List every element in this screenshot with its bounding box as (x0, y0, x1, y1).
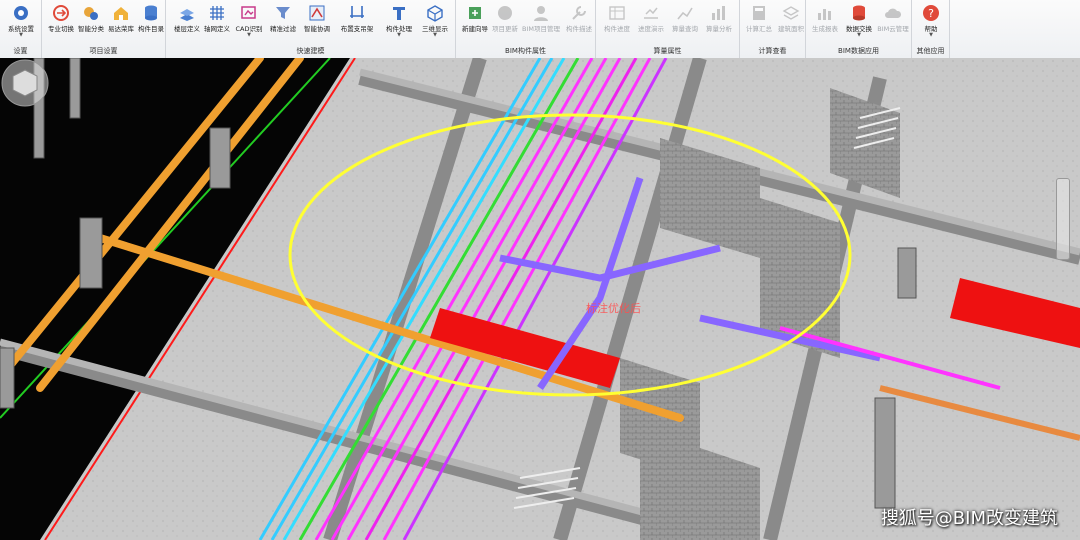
component-desc-label: 构件描述 (566, 25, 592, 33)
support-hanger-button[interactable]: 布置支吊架 (336, 4, 378, 42)
annotation-text: 标注优化后 (586, 302, 641, 315)
chevron-down-icon: ▼ (19, 32, 23, 38)
group-label: 其他应用 (916, 47, 945, 55)
generate-report-label: 生成报表 (812, 25, 838, 33)
hanger-icon (350, 6, 364, 18)
group-label: BIM构件属性 (505, 47, 546, 55)
bim-cloud-button[interactable]: BIM云管理 (874, 4, 912, 42)
data-exchange-button[interactable]: 数据交换 ▼ (840, 4, 878, 42)
gear-icon (14, 6, 28, 20)
group-project-settings: 专业切换 智能分类 易达荣库 构件目录 项目设置 (42, 0, 166, 58)
group-label: 设置 (13, 47, 28, 55)
attribute-query-label: 算量查询 (672, 25, 698, 33)
classify-icon (84, 7, 98, 20)
wrench-icon (572, 6, 586, 20)
chevron-down-icon: ▼ (857, 32, 861, 38)
group-quick-modeling: 楼层定义 轴网定义 CAD识别 ▼ 精准过滤 智能协调 布置支吊架 构件处理 ▼ (166, 0, 456, 58)
floors-icon (180, 9, 194, 21)
support-hanger-label: 布置支吊架 (340, 25, 374, 33)
coordinate-icon (309, 5, 325, 21)
cube-icon (427, 5, 443, 22)
table-icon (609, 6, 625, 20)
database-icon (145, 5, 157, 21)
system-settings-button[interactable]: 系统设置 ▼ (2, 4, 40, 42)
help-icon: ? (923, 5, 939, 21)
build-view-button[interactable]: 建筑面积 (772, 4, 810, 42)
view-cube-icon[interactable] (0, 58, 50, 108)
bim-cloud-label: BIM云管理 (877, 25, 909, 33)
precise-filter-label: 精准过滤 (270, 25, 296, 33)
group-label: 快速建模 (296, 47, 325, 55)
group-label: 算量属性 (653, 47, 682, 55)
attribute-query-button[interactable]: 算量查询 (666, 4, 704, 42)
group-other-apps: ? 帮助 ▼ 其他应用 (912, 0, 950, 58)
attribute-analysis-button[interactable]: 算量分析 (700, 4, 738, 42)
navigation-bar[interactable] (1056, 178, 1070, 260)
group-calc-view: 计算汇总 建筑面积 计算查看 (740, 0, 806, 58)
3d-model-viewport[interactable]: 标注优化后 搜狐号@BIM改变建筑 (0, 58, 1080, 540)
chevron-down-icon: ▼ (247, 32, 251, 38)
help-button[interactable]: ? 帮助 ▼ (912, 4, 950, 42)
bim-project-manage-label: BIM项目管理 (522, 25, 560, 33)
group-label: 项目设置 (89, 47, 118, 55)
smart-coordinate-button[interactable]: 智能协调 (298, 4, 336, 42)
component-progress-button[interactable]: 构件进度 (598, 4, 636, 42)
calculator-icon (753, 6, 765, 20)
precise-filter-button[interactable]: 精准过滤 (264, 4, 302, 42)
group-label: 计算查看 (758, 47, 787, 55)
cloud-icon (885, 8, 902, 18)
view-3d-button[interactable]: 三维显示 ▼ (416, 4, 454, 42)
project-update-label: 项目更新 (492, 25, 518, 33)
chart-line-icon (677, 7, 693, 20)
progress-simulation-button[interactable]: 进度演示 (632, 4, 670, 42)
component-catalog-button[interactable]: 构件目录 (132, 4, 170, 42)
attribute-analysis-label: 算量分析 (706, 25, 732, 33)
filter-icon (276, 7, 290, 19)
layers-icon (782, 6, 800, 20)
build-view-label: 建筑面积 (778, 25, 804, 33)
component-process-button[interactable]: 构件处理 ▼ (380, 4, 418, 42)
generate-report-button[interactable]: 生成报表 (806, 4, 844, 42)
switch-icon (53, 5, 69, 21)
data-exchange-icon (853, 5, 865, 21)
project-update-button[interactable]: 项目更新 (486, 4, 524, 42)
component-desc-button[interactable]: 构件描述 (560, 4, 598, 42)
cad-icon (241, 6, 256, 19)
progress-simulation-label: 进度演示 (638, 25, 664, 33)
update-icon (498, 6, 512, 20)
user-icon (534, 6, 548, 21)
new-wizard-icon (469, 7, 481, 19)
group-bim-component-attrs: 新建向导 项目更新 BIM项目管理 构件描述 BIM构件属性 (456, 0, 596, 58)
component-progress-label: 构件进度 (604, 25, 630, 33)
bim-project-manage-button[interactable]: BIM项目管理 (520, 4, 562, 42)
svg-text:?: ? (928, 7, 934, 20)
house-icon (114, 7, 128, 20)
chevron-down-icon: ▼ (397, 32, 401, 38)
bim-scene (0, 58, 1080, 540)
group-label: BIM数据应用 (838, 47, 879, 55)
report-icon (818, 9, 831, 20)
component-catalog-label: 构件目录 (138, 25, 164, 33)
grid-icon (210, 6, 224, 20)
group-quantity-attrs: 构件进度 进度演示 算量查询 算量分析 算量属性 (596, 0, 740, 58)
chevron-down-icon: ▼ (433, 32, 437, 38)
chevron-down-icon: ▼ (929, 32, 933, 38)
watermark: 搜狐号@BIM改变建筑 (880, 508, 1058, 529)
text-tool-icon (393, 7, 405, 20)
smart-coordinate-label: 智能协调 (304, 25, 330, 33)
group-bim-data: 生成报表 数据交换 ▼ BIM云管理 BIM数据应用 (806, 0, 912, 58)
simulation-icon (644, 7, 658, 19)
cad-recognize-button[interactable]: CAD识别 ▼ (230, 4, 268, 42)
group-settings: 系统设置 ▼ 设置 (0, 0, 42, 58)
analysis-icon (712, 6, 725, 20)
ribbon-toolbar: 系统设置 ▼ 设置 专业切换 智能分类 易达荣库 构件目录 项目设置 楼层定义 (0, 0, 1080, 59)
